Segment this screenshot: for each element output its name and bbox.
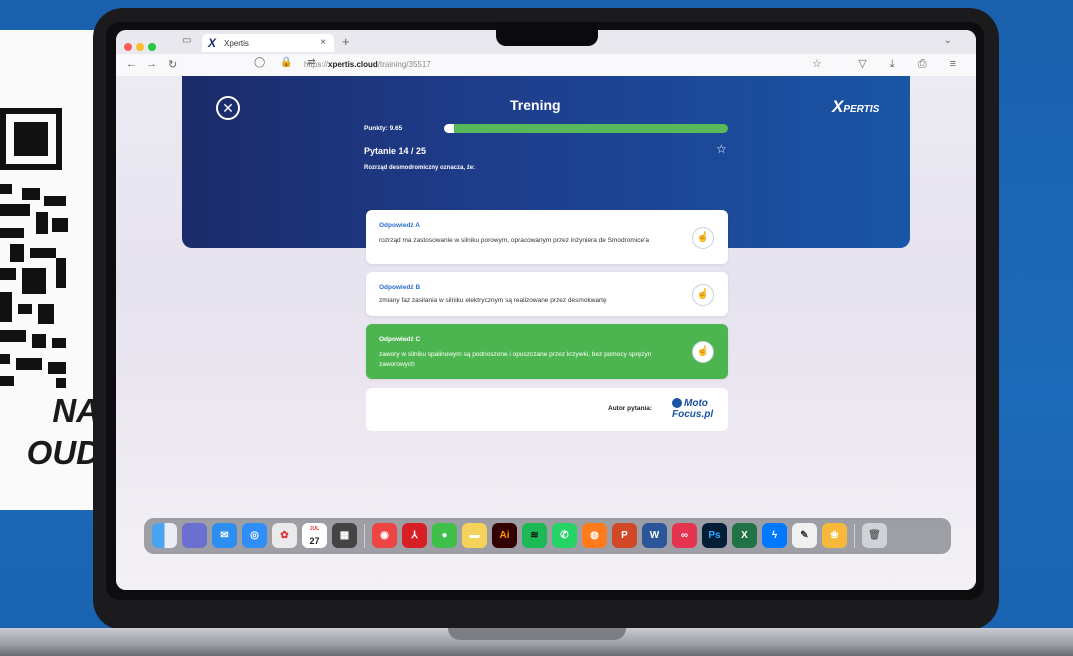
close-window-button[interactable] <box>124 43 132 51</box>
author-label: Autor pytania: <box>608 405 653 412</box>
progress-fill <box>444 124 728 133</box>
calendar-month: JUL <box>309 526 320 532</box>
question-text: Rozrząd desmodromiczny oznacza, że: <box>364 165 476 171</box>
creative-cloud-icon[interactable]: ∞ <box>672 523 697 548</box>
back-button[interactable]: ← <box>126 58 137 70</box>
dock: ✉ ◎ ✿ JUL 27 ▦ ◉ ⅄ ● ▬ Ai ≋ ✆ ◍ P W ∞ Ps … <box>144 518 951 554</box>
safari-icon[interactable]: ◎ <box>242 523 267 548</box>
textedit-icon[interactable]: ✎ <box>792 523 817 548</box>
dock-separator <box>854 524 855 548</box>
whatsapp-icon[interactable]: ✆ <box>552 523 577 548</box>
url-field[interactable]: https://xpertis.cloud/training/35517 <box>304 60 431 69</box>
notes-icon[interactable]: ▬ <box>462 523 487 548</box>
laptop-base-notch <box>448 628 626 640</box>
promo-line-2: OUD <box>26 434 100 471</box>
calendar-day: 27 <box>309 536 320 546</box>
answer-text: zmiany faz zasilania w silniku elektrycz… <box>379 297 607 304</box>
chrome-icon[interactable]: ◉ <box>372 523 397 548</box>
answer-c[interactable]: Odpowiedź C zawory w silniku spalinowym … <box>366 324 728 379</box>
promo-line-1: NA <box>52 392 100 429</box>
logo-x: X <box>832 97 844 116</box>
answer-text: rozrząd ma zastosowanie w silniku porowy… <box>379 237 650 244</box>
tap-icon: ☝ <box>692 341 714 363</box>
excel-icon[interactable]: X <box>732 523 757 548</box>
screen: ▭ X Xpertis × + ⌄ ← → ↻ ◯ 🔒 ⇄ https://xp… <box>116 30 976 590</box>
url-path: /training/35517 <box>377 60 431 69</box>
progress-bar <box>444 124 728 133</box>
page-title: Trening <box>510 97 561 113</box>
points-label: Punkty: 9.65 <box>364 125 403 132</box>
firefox-icon[interactable]: ◍ <box>582 523 607 548</box>
messenger-icon[interactable]: ϟ <box>762 523 787 548</box>
spotify-icon[interactable]: ≋ <box>522 523 547 548</box>
promo-card: NA OUD <box>0 30 100 510</box>
url-prefix: https:// <box>304 60 329 69</box>
answer-text: zawory w silniku spalinowym są podnoszon… <box>379 351 652 368</box>
qr-code <box>0 108 70 388</box>
illustrator-icon[interactable]: Ai <box>492 523 517 548</box>
motofocus-logo[interactable]: Moto Focus.pl <box>672 398 728 420</box>
new-tab-button[interactable]: + <box>342 34 350 49</box>
xpertis-favicon: X <box>208 36 217 50</box>
close-training-button[interactable]: ✕ <box>216 96 240 120</box>
tab-title: Xpertis <box>224 39 249 48</box>
trash-icon[interactable]: 🗑 <box>862 523 887 548</box>
acrobat-icon[interactable]: ⅄ <box>402 523 427 548</box>
camera-notch <box>496 22 598 46</box>
tab-overview-icon[interactable]: ▭ <box>182 35 191 46</box>
question-number: Pytanie 14 / 25 <box>364 146 427 156</box>
mail-icon[interactable]: ✉ <box>212 523 237 548</box>
photos-icon[interactable]: ❀ <box>822 523 847 548</box>
favorite-star-icon[interactable]: ☆ <box>716 142 727 156</box>
dock-separator <box>364 524 365 548</box>
minimize-window-button[interactable] <box>136 43 144 51</box>
launchpad-icon[interactable] <box>182 523 207 548</box>
word-icon[interactable]: W <box>642 523 667 548</box>
calendar-icon[interactable]: JUL 27 <box>302 523 327 548</box>
tab-xpertis[interactable]: X Xpertis × <box>202 34 334 52</box>
author-card: Autor pytania: Moto Focus.pl <box>366 388 728 431</box>
calculator-icon[interactable]: ▦ <box>332 523 357 548</box>
logo-text: PERTIS <box>843 104 880 115</box>
powerpoint-icon[interactable]: P <box>612 523 637 548</box>
finder-icon[interactable] <box>152 523 177 548</box>
photos-pinwheel-icon[interactable]: ✿ <box>272 523 297 548</box>
tap-icon: ☝ <box>692 284 714 306</box>
bookmark-star-icon[interactable]: ☆ <box>812 57 822 70</box>
motofocus-icon <box>672 398 682 409</box>
reload-button[interactable]: ↻ <box>168 58 177 71</box>
answer-label: Odpowiedź A <box>379 222 420 229</box>
toolbar-icons[interactable]: ▽ ⤓ ⎙ ≡ <box>858 57 966 71</box>
answer-label: Odpowiedź C <box>379 336 421 343</box>
answer-a[interactable]: Odpowiedź A rozrząd ma zastosowanie w si… <box>366 210 728 264</box>
url-host: xpertis.cloud <box>328 60 378 69</box>
photoshop-icon[interactable]: Ps <box>702 523 727 548</box>
tap-icon: ☝ <box>692 227 714 249</box>
xpertis-logo: XPERTIS <box>832 97 879 117</box>
navigation-bar: ← → ↻ ◯ 🔒 ⇄ https://xpertis.cloud/traini… <box>116 54 976 77</box>
answer-label: Odpowiedź B <box>379 284 421 291</box>
chevron-down-icon[interactable]: ⌄ <box>944 35 952 46</box>
tab-close-icon[interactable]: × <box>320 37 326 48</box>
maximize-window-button[interactable] <box>148 43 156 51</box>
answer-b[interactable]: Odpowiedź B zmiany faz zasilania w silni… <box>366 272 728 316</box>
forward-button[interactable]: → <box>146 58 157 70</box>
messages-icon[interactable]: ● <box>432 523 457 548</box>
page-content: ✕ Trening XPERTIS Punkty: 9.65 Pytanie 1… <box>116 76 976 590</box>
